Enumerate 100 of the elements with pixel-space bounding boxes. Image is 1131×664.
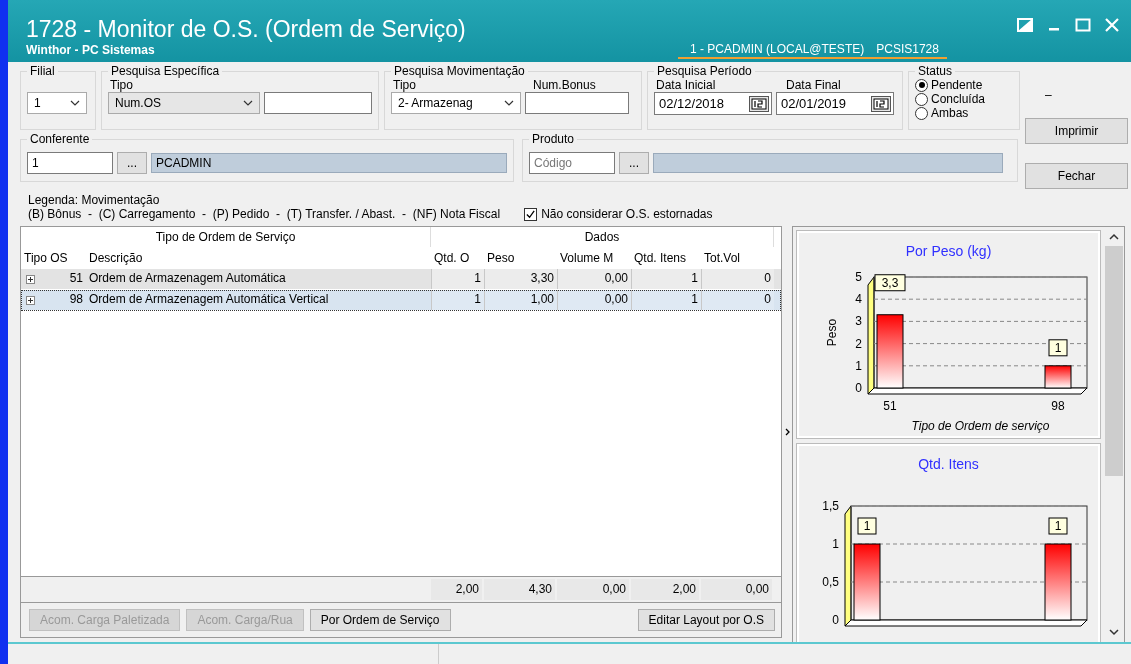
y-tick-label: 1 (832, 537, 839, 551)
table-row[interactable]: 51 Ordem de Armazenagem Automática 1 3,30 0,00 1 0 (21, 269, 781, 290)
field-label: Data Final (785, 78, 841, 92)
table-cell: 1 (431, 269, 484, 289)
table-cell: 1,00 (484, 290, 557, 310)
program-code: PCSIS1728 (876, 42, 939, 56)
table-cell: 0 (701, 269, 774, 289)
table-cell-text: Ordem de Armazenagem Automática (88, 270, 287, 287)
y-tick-label: 5 (855, 270, 862, 284)
end-date-field[interactable]: 02/01/2019 (776, 92, 894, 115)
total-cell: 2,00 (631, 579, 699, 600)
checker-name-field: PCADMIN (151, 153, 507, 173)
column-header[interactable]: Tot.Vol (701, 247, 774, 269)
column-header[interactable]: Peso (484, 247, 557, 269)
total-cell: 2,00 (431, 579, 482, 600)
column-header[interactable]: Descrição (86, 247, 431, 269)
total-cell: 0,00 (557, 579, 629, 600)
group-label: Pesquisa Período (656, 64, 753, 78)
total-cell: 4,30 (484, 579, 555, 600)
column-header[interactable]: Qtd. Itens (631, 247, 701, 269)
total-cell: 0,00 (701, 579, 772, 600)
y-tick-label: 1,5 (822, 499, 839, 513)
data-label: 3,3 (881, 275, 899, 290)
chevron-down-icon[interactable] (1109, 629, 1119, 636)
chevron-down-icon (70, 100, 80, 106)
column-header[interactable]: Tipo OS (21, 247, 86, 269)
search-input-field[interactable] (264, 92, 372, 114)
action-button[interactable]: Por Ordem de Serviço (309, 609, 451, 631)
value-label: 1 (1048, 517, 1068, 535)
status-text: – (1044, 88, 1053, 104)
field-label: Data Inicial (655, 78, 717, 92)
action-button[interactable]: Editar Layout por O.S (637, 609, 775, 631)
group-label: Conferente (29, 132, 91, 146)
chart-title: Por Peso (kg) (904, 242, 993, 261)
status-radio[interactable]: Concluída (915, 92, 1013, 106)
type-dropdown[interactable]: Num.OS (108, 92, 260, 114)
value-label: 1 (857, 517, 877, 535)
y-axis-title: Peso (825, 318, 839, 347)
expand-icon[interactable] (26, 274, 35, 284)
table-cell: 0,00 (557, 290, 631, 310)
calendar-icon[interactable] (871, 95, 891, 112)
status-radio[interactable]: Pendente (915, 78, 1013, 92)
chart-title: Qtd. Itens (917, 455, 980, 474)
legend-title: Legenda: Movimentação (28, 193, 161, 207)
y-tick-label: 0 (832, 613, 839, 627)
bonus-input-field[interactable] (525, 92, 629, 114)
y-tick-label: 3 (855, 314, 862, 329)
column-group-header: Tipo de Ordem de Serviço (21, 227, 431, 247)
scroll-thumb[interactable] (1105, 246, 1123, 476)
value-label: 1 (1048, 339, 1068, 357)
chevron-down-icon (504, 100, 514, 106)
table-row[interactable]: 98 Ordem de Armazenagem Automática Vertical 1 1,00 0,00 1 0 (21, 290, 781, 311)
legend-text: (B) Bônus - (C) Carregamento - (P) Pedido - (T) Transfer. / Abast. - (NF) Nota Fiscal (28, 207, 501, 221)
product-code-field[interactable]: Código (529, 152, 615, 174)
table-cell: 0 (701, 290, 774, 310)
movement-type-dropdown[interactable]: 2- Armazenag (391, 92, 521, 114)
table-cell: 1 (431, 290, 484, 310)
calendar-icon[interactable] (749, 95, 769, 112)
ignore-reversed-checkbox[interactable]: Não considerar O.S. estornadas (524, 207, 713, 221)
y-tick-label: 0 (855, 381, 862, 395)
restore-icon[interactable] (1017, 18, 1033, 32)
value-label: 3,3 (874, 274, 906, 292)
y-tick-label: 4 (855, 292, 862, 307)
close-button[interactable]: Fechar (1025, 163, 1128, 189)
table-cell-text: 98 (68, 291, 84, 308)
table-cell: 1 (631, 290, 701, 310)
column-group-header: Dados (431, 227, 774, 247)
checkmark-icon (525, 208, 537, 220)
filial-dropdown[interactable]: 1 (27, 92, 87, 114)
status-radio[interactable]: Ambas (915, 106, 1013, 120)
column-header[interactable]: Volume M (557, 247, 631, 269)
group-label: Pesquisa Específica (110, 64, 221, 78)
browse-button[interactable]: ... (619, 152, 649, 174)
print-button[interactable]: Imprimir (1025, 118, 1128, 144)
chevron-right-icon[interactable] (784, 428, 790, 436)
table-cell-text: Ordem de Armazenagem Automática Vertical (88, 291, 330, 308)
group-label: Status (917, 64, 954, 78)
field-label: Num.Bonus (532, 78, 596, 92)
group-label: Pesquisa Movimentação (393, 64, 526, 78)
column-header[interactable]: Qtd. O (431, 247, 484, 269)
field-label: Tipo (109, 78, 133, 92)
group-label: Produto (531, 132, 576, 146)
data-label: 1 (863, 519, 871, 533)
chevron-up-icon[interactable] (1109, 233, 1119, 240)
data-label: 1 (1054, 519, 1062, 533)
table-cell: 0,00 (557, 269, 631, 289)
browse-button[interactable]: ... (117, 152, 147, 174)
y-tick-label: 2 (855, 336, 862, 351)
checker-code-field[interactable]: 1 (27, 152, 113, 174)
window-title: 1728 - Monitor de O.S. (Ordem de Serviço) (26, 16, 466, 42)
chevron-down-icon (243, 100, 253, 106)
start-date-field[interactable]: 02/12/2018 (654, 92, 772, 115)
expand-icon[interactable] (26, 295, 35, 305)
table-cell: 3,30 (484, 269, 557, 289)
x-axis-title: Tipo de Ordem de serviço (911, 419, 1050, 433)
table-cell-text: 51 (68, 270, 84, 287)
close-icon[interactable] (1105, 18, 1119, 32)
y-tick-label: 1 (855, 358, 862, 373)
table-cell: 1 (631, 269, 701, 289)
maximize-icon[interactable] (1075, 18, 1091, 32)
